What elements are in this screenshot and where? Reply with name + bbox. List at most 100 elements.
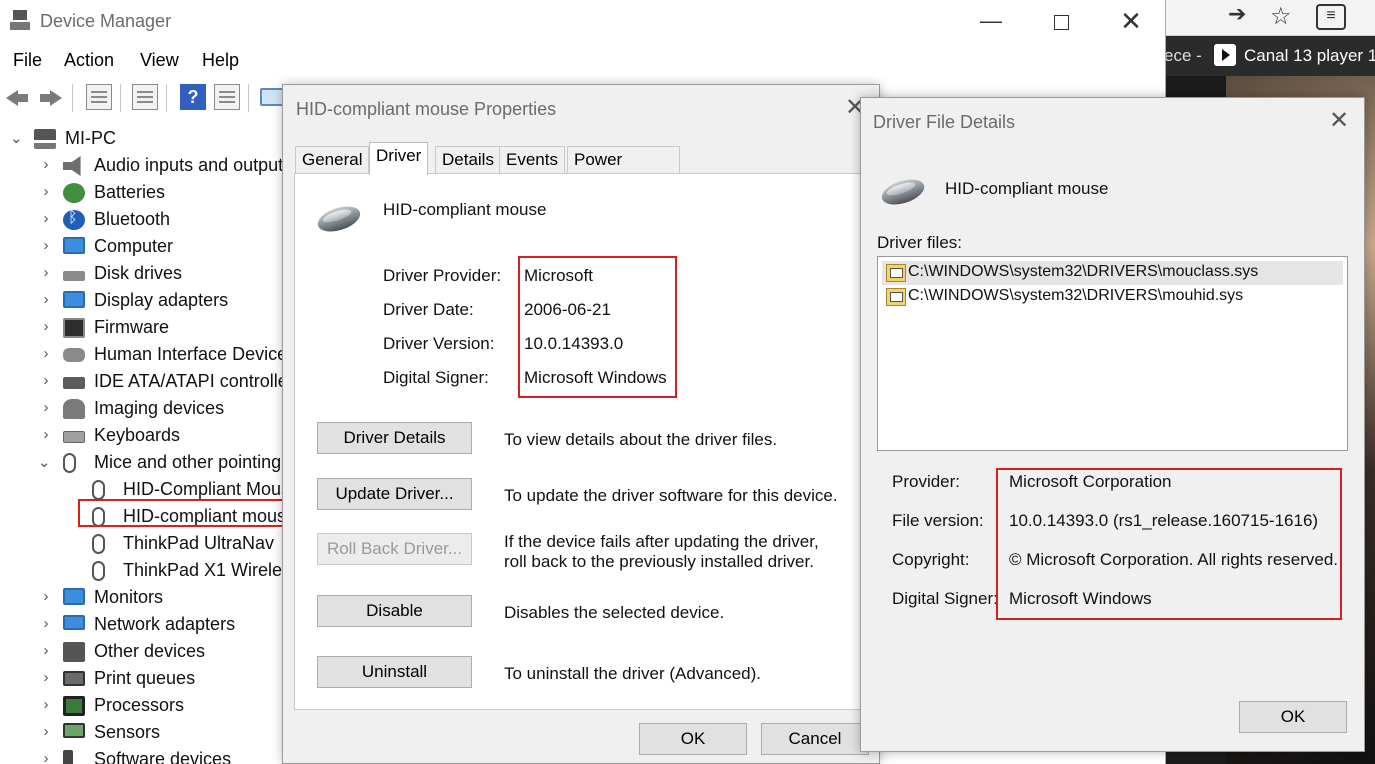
driver-version-value: 10.0.14393.0 [524,334,624,353]
close-button[interactable]: ✕ [1108,4,1154,38]
digital-signer-value: Microsoft Windows [1009,589,1152,608]
tree-root-label: MI-PC [65,128,116,148]
chevron-right-icon[interactable]: › [40,399,52,416]
chevron-down-icon[interactable]: ⌄ [10,129,23,147]
roll-back-driver-description: If the device fails after updating the d… [504,532,819,571]
chevron-right-icon[interactable]: › [40,264,52,281]
processor-icon [63,696,85,716]
maximize-button[interactable] [1038,4,1084,38]
keyboard-icon [63,431,85,443]
browser-tab-title[interactable]: Canal 13 player 1 [1244,46,1375,66]
tree-item-label: Disk drives [94,263,183,283]
ok-button[interactable]: OK [639,723,747,755]
disable-device-button[interactable]: Disable [317,595,472,627]
tab-details[interactable]: Details [435,146,501,174]
speaker-icon [63,156,81,176]
chevron-right-icon[interactable]: › [40,237,52,254]
close-icon[interactable]: ✕ [1329,106,1349,135]
chevron-right-icon[interactable]: › [40,750,52,764]
driver-date-label: Driver Date: [383,300,474,319]
chevron-right-icon[interactable]: › [40,318,52,335]
browser-toolbar: ➔ ☆ ≡ [1166,0,1375,36]
tree-item-label: Mice and other pointing devices [94,452,290,472]
chevron-right-icon[interactable]: › [40,156,52,173]
tab-events[interactable]: Events [499,146,565,174]
browser-tab-partial[interactable]: ece - [1166,46,1202,66]
chevron-right-icon[interactable]: › [40,642,52,659]
mouse-device-icon [878,174,928,210]
chevron-down-icon[interactable]: ⌄ [38,453,51,471]
forward-arrow-icon[interactable] [38,84,64,110]
window-title: Device Manager [40,11,172,31]
title-bar[interactable]: Device Manager — ✕ [0,0,1166,44]
chevron-right-icon[interactable]: › [40,345,52,362]
update-driver-button[interactable]: Update Driver... [317,478,472,510]
driver-provider-value: Microsoft [524,266,593,285]
tree-item-label: Processors [94,695,185,715]
sensor-icon [63,723,85,738]
dialog-title: HID-compliant mouse Properties [296,99,557,119]
browser-tab-strip: ece - Canal 13 player 1 [1166,36,1375,76]
menu-action[interactable]: Action [64,50,114,71]
uninstall-button[interactable]: Uninstall [317,656,472,688]
tree-item-label: Other devices [94,641,206,661]
driver-files-label: Driver files: [877,233,963,252]
file-version-value: 10.0.14393.0 (rs1_release.160715-1616) [1009,511,1319,530]
monitor-icon [63,588,85,605]
roll-back-driver-button: Roll Back Driver... [317,533,472,565]
chevron-right-icon[interactable]: › [40,696,52,713]
file-path: C:\WINDOWS\system32\DRIVERS\mouclass.sys [908,263,1259,280]
tree-item-label: Bluetooth [94,209,171,229]
properties-icon[interactable] [132,84,158,110]
chevron-right-icon[interactable]: › [40,291,52,308]
computer-icon [34,129,56,149]
chevron-right-icon[interactable]: › [40,669,52,686]
help-icon[interactable]: ? [180,84,206,110]
toolbar-separator [248,84,249,112]
driver-files-list[interactable]: C:\WINDOWS\system32\DRIVERS\mouclass.sys… [877,256,1348,451]
chevron-right-icon[interactable]: › [40,426,52,443]
back-arrow-icon[interactable] [4,84,30,110]
menu-file[interactable]: File [13,50,42,71]
driver-file-details-dialog: Driver File Details ✕ HID-compliant mous… [860,97,1365,752]
tree-item-label: IDE ATA/ATAPI controllers [94,371,290,391]
cancel-button[interactable]: Cancel [761,723,869,755]
disk-drive-icon [63,271,85,281]
tab-general[interactable]: General [295,146,370,174]
show-hide-console-tree-icon[interactable] [86,84,112,110]
digital-signer-value: Microsoft Windows [524,368,667,387]
toolbar-separator [120,84,121,112]
tree-item-label: ThinkPad X1 Wireless [123,560,290,580]
chevron-right-icon[interactable]: › [40,615,52,632]
driver-details-button[interactable]: Driver Details [317,422,472,454]
tab-power-management[interactable]: Power Management [567,146,681,195]
digital-signer-label: Digital Signer: [383,368,489,387]
ok-button[interactable]: OK [1239,701,1347,733]
file-list-item[interactable]: C:\WINDOWS\system32\DRIVERS\mouclass.sys [882,261,1343,285]
favorite-star-icon[interactable]: ☆ [1270,2,1292,31]
menu-view[interactable]: View [140,50,179,71]
chevron-right-icon[interactable]: › [40,588,52,605]
tree-item-label: ThinkPad UltraNav [123,533,275,553]
device-view-icon[interactable] [214,84,240,110]
tree-item-label: Imaging devices [94,398,225,418]
tree-item-label: Batteries [94,182,166,202]
tab-driver[interactable]: Driver [369,142,429,175]
tree-item-label: Sensors [94,722,161,742]
file-list-item[interactable]: C:\WINDOWS\system32\DRIVERS\mouhid.sys [882,285,1343,309]
minimize-button[interactable]: — [968,4,1014,38]
menu-help[interactable]: Help [202,50,239,71]
unknown-device-icon [63,642,85,662]
maximize-icon [1053,14,1069,30]
chevron-right-icon[interactable]: › [40,723,52,740]
chevron-right-icon[interactable]: › [40,210,52,227]
toolbar-separator [166,84,167,112]
forward-arrow-icon[interactable]: ➔ [1228,1,1246,27]
reading-list-icon[interactable]: ≡ [1316,4,1346,30]
tree-item-label: Computer [94,236,174,256]
chevron-right-icon[interactable]: › [40,372,52,389]
system-file-icon [886,264,906,282]
copyright-label: Copyright: [892,550,970,569]
chevron-right-icon[interactable]: › [40,183,52,200]
device-manager-app-icon [10,10,30,30]
